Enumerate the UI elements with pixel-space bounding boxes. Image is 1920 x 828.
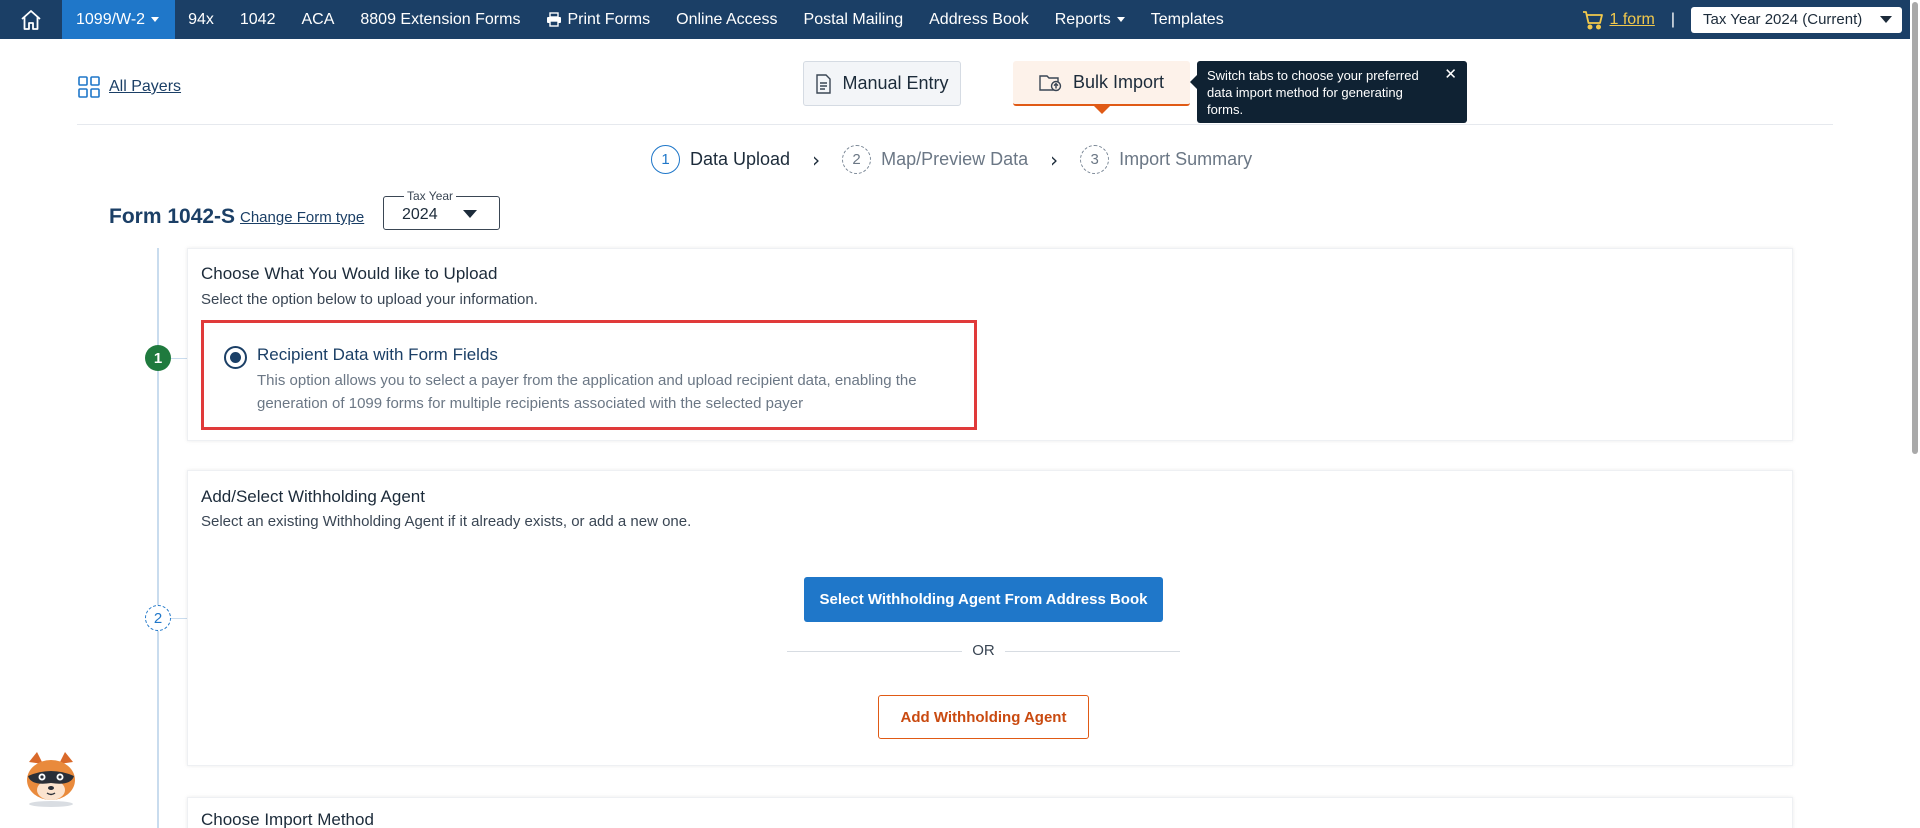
nav-8809-extension-forms[interactable]: 8809 Extension Forms [347, 0, 533, 39]
chevron-down-icon [1116, 17, 1125, 22]
tabs-tooltip: Switch tabs to choose your preferred dat… [1190, 61, 1467, 123]
nav-print-forms[interactable]: Print Forms [533, 0, 663, 39]
tab-bulk-import-label: Bulk Import [1072, 72, 1165, 92]
divider-line [1005, 651, 1180, 652]
tax-year-legend: Tax Year [404, 189, 457, 203]
nav-templates-label: Templates [1150, 10, 1224, 28]
nav-1099-w2[interactable]: 1099/W-2 [62, 0, 176, 39]
step-data-upload[interactable]: 1 Data Upload [651, 145, 790, 174]
step-import-summary[interactable]: 3 Import Summary [1080, 145, 1252, 174]
withholding-agent-title: Add/Select Withholding Agent [201, 487, 425, 506]
withholding-agent-subtitle: Select an existing Withholding Agent if … [201, 513, 692, 530]
raccoon-mascot-icon [27, 752, 75, 807]
step-map-preview[interactable]: 2 Map/Preview Data [842, 145, 1028, 174]
page-scrollbar[interactable] [1910, 0, 1920, 828]
step-label: Data Upload [690, 149, 791, 169]
active-tab-pointer [1094, 106, 1110, 114]
nav-separator: | [1670, 10, 1675, 28]
upload-type-subtitle: Select the option below to upload your i… [201, 291, 538, 308]
tooltip-arrow [1190, 75, 1197, 89]
nav-aca-label: ACA [301, 10, 335, 28]
step-number: 3 [1080, 145, 1110, 174]
form-title: Form 1042-S [109, 205, 236, 228]
timeline-connector [171, 358, 187, 359]
chevron-down-icon [151, 17, 160, 22]
nav-reports[interactable]: Reports [1042, 0, 1138, 39]
mascot-assistant-avatar[interactable] [19, 748, 83, 808]
nav-1042[interactable]: 1042 [227, 0, 289, 39]
step-number: 1 [651, 145, 680, 174]
step-number: 2 [842, 145, 872, 174]
step-label: Import Summary [1119, 149, 1253, 169]
nav-online-access-label: Online Access [676, 10, 778, 28]
folder-upload-icon [1039, 74, 1062, 91]
option-description: This option allows you to select a payer… [257, 372, 917, 412]
change-form-type-link[interactable]: Change Form type [240, 209, 364, 226]
all-payers-label: All Payers [109, 78, 182, 95]
upload-type-card: Choose What You Would like to Upload Sel… [187, 248, 1793, 441]
home-button[interactable] [0, 0, 62, 39]
nav-address-book[interactable]: Address Book [916, 0, 1042, 39]
tax-year-select[interactable]: Tax Year 2024 [383, 189, 500, 230]
nav-address-book-label: Address Book [929, 10, 1029, 28]
nav-1099-w2-label: 1099/W-2 [76, 10, 146, 28]
tax-year-select-value: 2024 [402, 206, 438, 223]
nav-online-access[interactable]: Online Access [663, 0, 790, 39]
recipient-data-radio[interactable] [224, 346, 247, 369]
scrollbar-thumb[interactable] [1912, 2, 1918, 454]
nav-right-group: 1 form | Tax Year 2024 (Current) [1582, 0, 1911, 39]
add-withholding-agent-button[interactable]: Add Withholding Agent [878, 695, 1089, 739]
cart-link[interactable]: 1 form [1582, 10, 1655, 30]
upload-type-title: Choose What You Would like to Upload [201, 264, 498, 283]
import-method-card: Choose Import Method [187, 797, 1793, 828]
tab-manual-entry[interactable]: Manual Entry [803, 61, 961, 106]
nav-postal-mailing-label: Postal Mailing [803, 10, 904, 28]
cart-icon [1582, 10, 1603, 29]
top-navigation-bar: 1099/W-2 94x 1042 ACA 8809 Extension For… [0, 0, 1910, 39]
tab-bulk-import[interactable]: Bulk Import [1013, 61, 1190, 106]
recipient-data-option[interactable]: Recipient Data with Form Fields This opt… [201, 320, 977, 430]
printer-icon [547, 12, 562, 27]
nav-reports-label: Reports [1054, 10, 1111, 28]
step-label: Map/Preview Data [881, 149, 1029, 169]
timeline-connector [171, 618, 187, 619]
nav-1042-label: 1042 [239, 10, 276, 28]
tax-year-dropdown[interactable]: Tax Year 2024 (Current) [1691, 6, 1902, 33]
or-divider: OR [787, 641, 1180, 661]
select-agent-from-address-book-button[interactable]: Select Withholding Agent From Address Bo… [804, 577, 1163, 622]
all-payers-link[interactable]: All Payers [77, 75, 181, 99]
tooltip-text: Switch tabs to choose your preferred dat… [1207, 68, 1419, 117]
option-title: Recipient Data with Form Fields [257, 345, 498, 364]
chevron-down-icon [463, 210, 477, 218]
import-stepper: 1 Data Upload › 2 Map/Preview Data › 3 I… [651, 145, 1252, 174]
nav-print-forms-label: Print Forms [567, 10, 651, 28]
nav-8809-label: 8809 Extension Forms [360, 10, 521, 28]
home-icon [21, 9, 41, 30]
tax-year-value: Tax Year 2024 (Current) [1703, 11, 1863, 28]
timeline-line [157, 248, 159, 828]
nav-aca[interactable]: ACA [288, 0, 347, 39]
step-2-badge: 2 [145, 605, 171, 631]
cart-count-label: 1 form [1609, 10, 1655, 28]
close-icon[interactable]: ✕ [1444, 66, 1457, 83]
chevron-right-icon: › [1050, 147, 1059, 172]
import-method-title: Choose Import Method [201, 810, 374, 828]
chevron-right-icon: › [812, 147, 821, 172]
nav-94x-label: 94x [188, 10, 214, 28]
step-1-complete-badge: 1 [145, 345, 171, 371]
tab-manual-entry-label: Manual Entry [842, 73, 949, 93]
nav-postal-mailing[interactable]: Postal Mailing [791, 0, 917, 39]
header-divider [77, 124, 1833, 125]
chevron-down-icon [1880, 15, 1892, 23]
nav-94x[interactable]: 94x [175, 0, 227, 39]
grid-icon [78, 76, 100, 98]
nav-templates[interactable]: Templates [1138, 0, 1237, 39]
withholding-agent-card: Add/Select Withholding Agent Select an e… [187, 470, 1793, 766]
document-icon [816, 73, 832, 94]
